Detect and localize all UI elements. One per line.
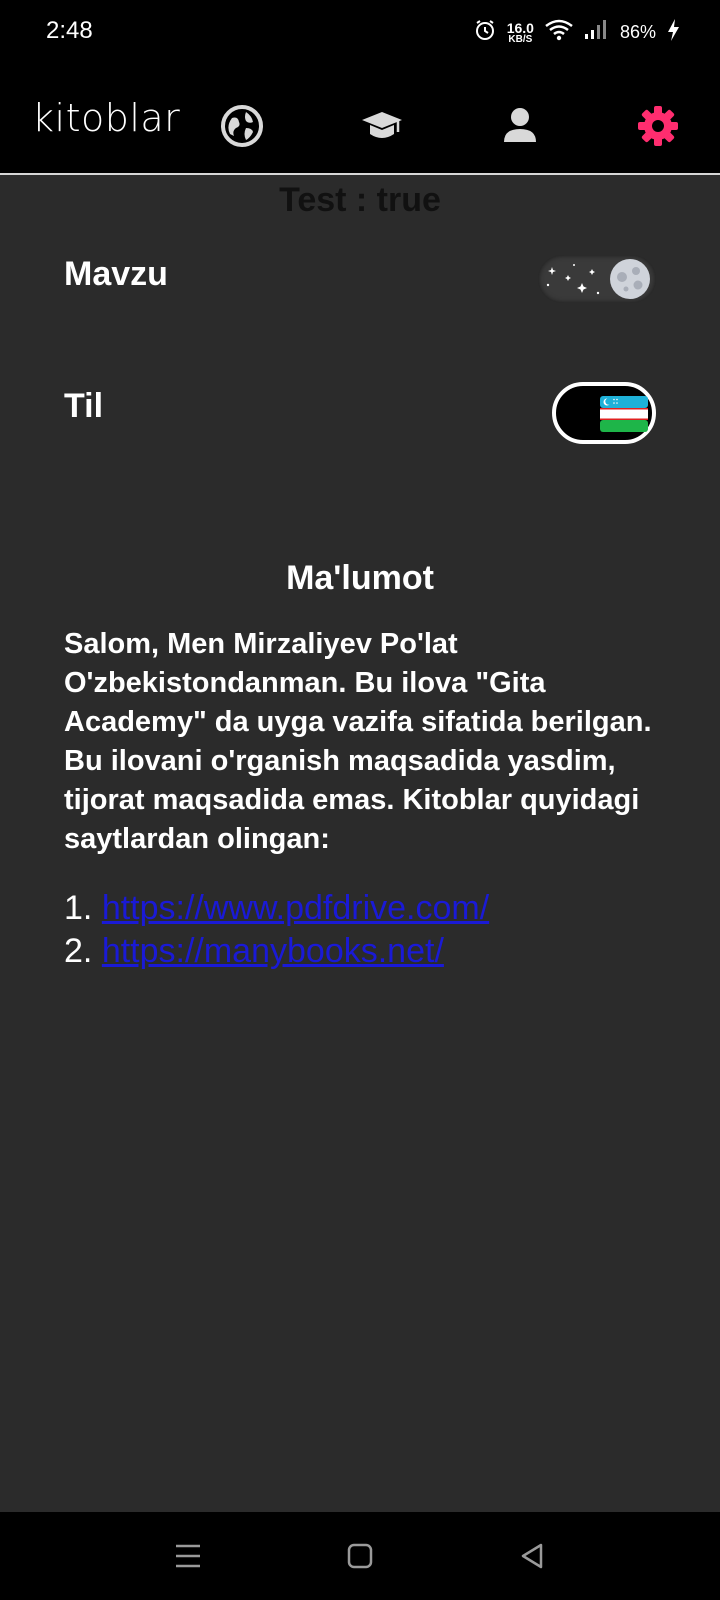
back-icon[interactable]	[514, 1538, 550, 1574]
info-title: Ma'lumot	[286, 559, 434, 597]
theme-toggle[interactable]	[538, 255, 656, 303]
net-speed-unit: KB/S	[508, 33, 533, 45]
link-item: 2. https://manybooks.net/	[64, 930, 684, 973]
moon-icon	[610, 259, 650, 299]
info-body: Salom, Men Mirzaliyev Po'lat O'zbekiston…	[64, 628, 652, 855]
battery-percent: 86%	[619, 22, 656, 42]
settings-page: Test : true Mavzu Til Ma'lumot Salom, Me…	[0, 175, 720, 1512]
link-item: 1. https://www.pdfdrive.com/	[64, 887, 684, 930]
system-navigation-bar	[0, 1512, 720, 1600]
gear-icon[interactable]	[636, 104, 680, 148]
wifi-icon	[544, 18, 574, 47]
menu-icon[interactable]	[170, 1538, 206, 1574]
net-speed-value: 16.0	[506, 19, 534, 36]
source-links: 1. https://www.pdfdrive.com/ 2. https://…	[64, 887, 684, 973]
home-icon[interactable]	[342, 1538, 378, 1574]
charging-icon	[666, 18, 680, 47]
status-bar: 2:48 16.0 KB/S 86%	[0, 0, 720, 64]
status-time: 2:48	[46, 17, 93, 44]
manybooks-link[interactable]: https://manybooks.net/	[102, 932, 444, 970]
language-label: Til	[64, 387, 104, 425]
app-title: kitoblar	[32, 96, 181, 140]
graduation-cap-icon[interactable]	[360, 104, 404, 148]
link-number: 2.	[64, 932, 93, 970]
test-status-text: Test : true	[279, 181, 441, 219]
status-icons: 16.0 KB/S 86%	[473, 18, 680, 47]
app-bar: kitoblar	[0, 64, 720, 175]
link-number: 1.	[64, 889, 93, 927]
uzbekistan-flag-icon	[600, 396, 648, 432]
language-toggle[interactable]	[552, 382, 656, 444]
stars-icon	[546, 264, 600, 295]
user-icon[interactable]	[498, 104, 542, 148]
alarm-icon	[473, 18, 497, 47]
net-speed: 16.0 KB/S	[507, 21, 534, 45]
pdfdrive-link[interactable]: https://www.pdfdrive.com/	[102, 889, 489, 927]
signal-icon	[584, 18, 610, 47]
theme-label: Mavzu	[64, 255, 168, 293]
globe-icon[interactable]	[220, 104, 264, 148]
